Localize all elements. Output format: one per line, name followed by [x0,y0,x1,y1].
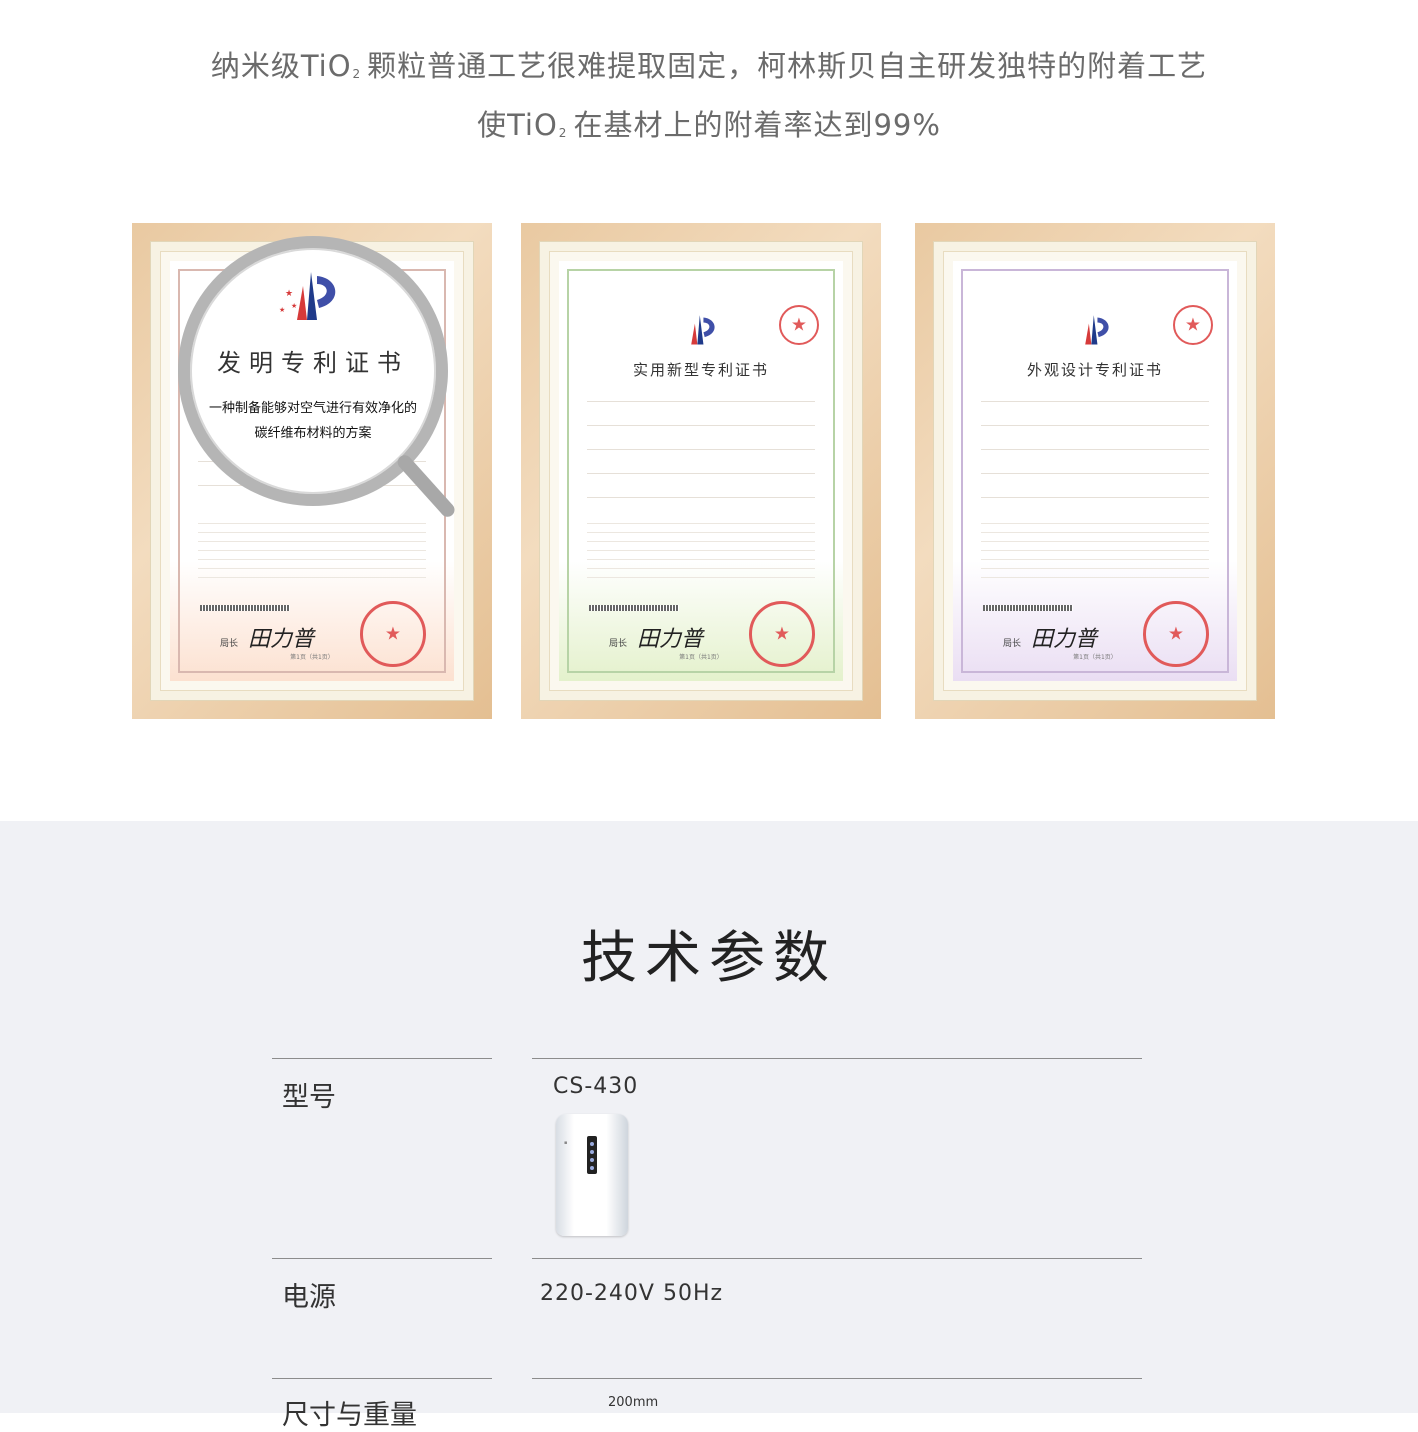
row-divider [532,1378,1142,1379]
certificate-design-patent: ★ 外观设计专利证书 局长 田力普 ★ 第1页（共1页） [915,223,1275,719]
magnified-cert-title: 发明专利证书 [217,349,409,377]
barcode [200,605,290,611]
intro-line-2: 使TiO2 在基材上的附着率达到99% [477,108,941,142]
signature: 田力普 [637,627,704,652]
barcode [589,605,679,611]
spec-value-power: 220-240V 50Hz [540,1281,724,1306]
patent-office-logo-icon [1085,315,1109,345]
specs-section: 技术参数 [0,821,1418,1413]
cert-title: 外观设计专利证书 [1026,361,1163,379]
row-divider [272,1258,492,1259]
row-divider [272,1378,492,1379]
row-divider [532,1258,1142,1259]
sign-label: 局长 [220,639,239,649]
row-divider [532,1058,1142,1059]
certificate-utility-model-patent: ★ 实用新型专利证书 局长 田力普 ★ 第1页（共1页） [521,223,881,719]
svg-text:★: ★ [279,306,285,314]
cert-page-number: 第1页（共1页） [1073,654,1117,661]
signature: 田力普 [248,627,315,652]
specs-title: 技术参数 [581,926,837,991]
cert-page-number: 第1页（共1页） [679,654,723,661]
seal-icon: ★ [1173,305,1213,345]
sign-label: 局长 [1003,639,1022,649]
svg-text:★: ★ [285,289,293,299]
product-image-air-purifier: ▪ [556,1114,628,1236]
intro-text: 纳米级TiO2 颗粒普通工艺很难提取固定，柯林斯贝自主研发独特的附着工艺 使TiO… [0,40,1418,158]
svg-text:★: ★ [291,302,297,310]
cert-page-number: 第1页（共1页） [290,654,334,661]
signature: 田力普 [1031,627,1098,652]
row-divider [272,1058,492,1059]
spec-label-model: 型号 [282,1082,336,1113]
spec-value-width: 200mm [608,1395,659,1410]
brand-logo: ▪ [564,1140,568,1146]
seal-icon: ★ [779,305,819,345]
magnified-description: 一种制备能够对空气进行有效净化的 碳纤维布材料的方案 [208,401,417,441]
barcode [983,605,1073,611]
spec-label-power: 电源 [282,1282,336,1313]
control-panel [587,1136,597,1174]
spec-value-model: CS-430 [553,1074,639,1099]
sign-label: 局长 [609,639,628,649]
intro-line-1: 纳米级TiO2 颗粒普通工艺很难提取固定，柯林斯贝自主研发独特的附着工艺 [210,49,1208,83]
patent-office-logo-icon [691,315,715,345]
patent-office-logo-icon: ★ ★ ★ [279,272,336,320]
cert-title: 实用新型专利证书 [632,361,769,379]
